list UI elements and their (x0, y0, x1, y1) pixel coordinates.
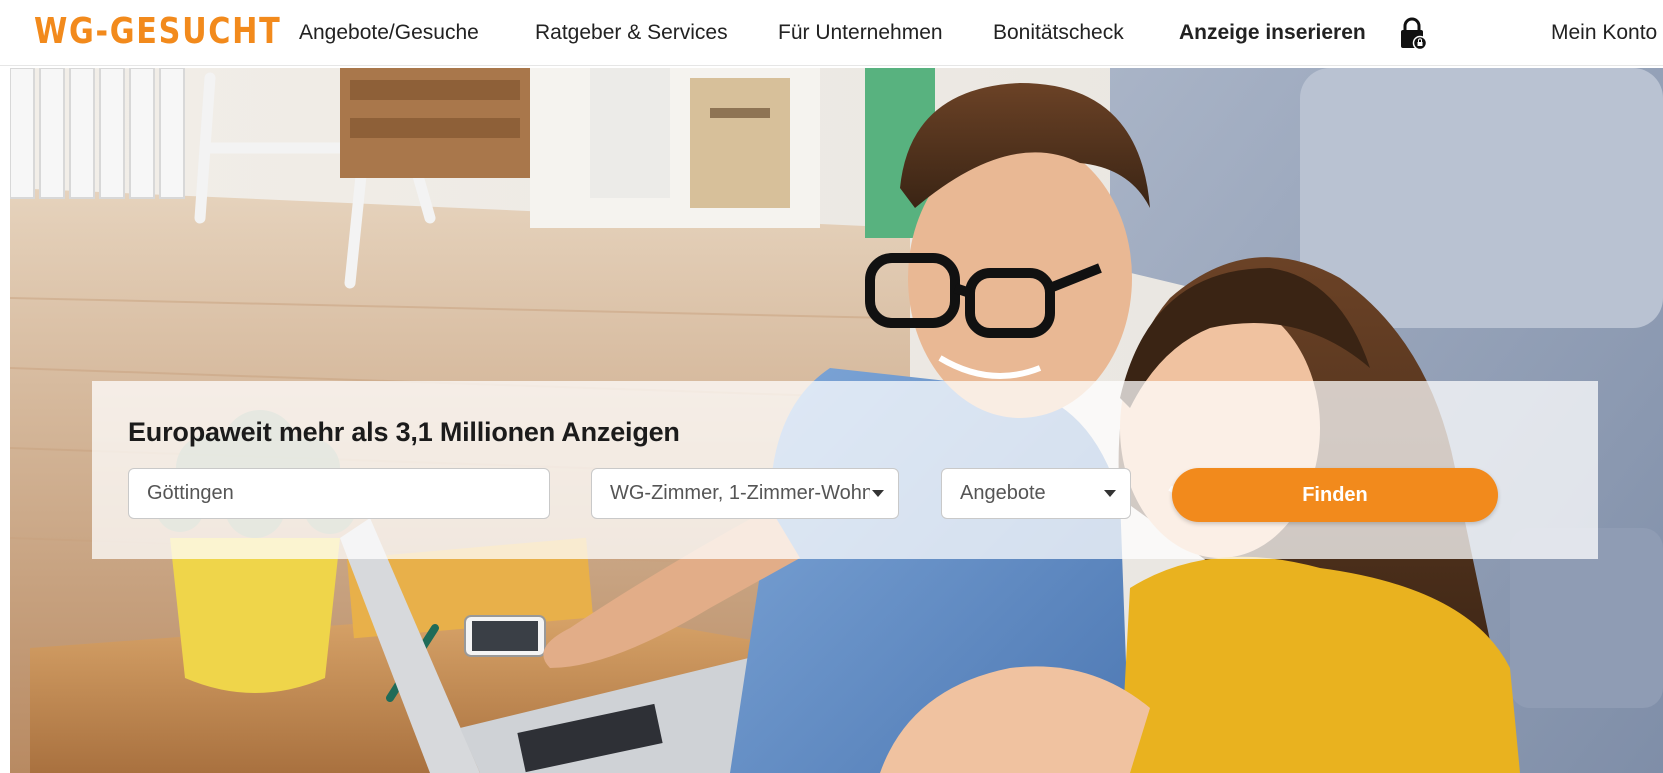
top-navigation: WG-GESUCHT Angebote/Gesuche Ratgeber & S… (0, 0, 1663, 66)
offer-type-select-value: Angebote (960, 482, 1046, 504)
search-panel: Europaweit mehr als 3,1 Millionen Anzeig… (92, 381, 1598, 559)
chevron-down-icon (1104, 490, 1116, 497)
nav-ratgeber-services[interactable]: Ratgeber & Services (535, 20, 728, 46)
site-logo[interactable]: WG-GESUCHT (34, 12, 281, 52)
chevron-down-icon (872, 490, 884, 497)
category-select[interactable]: WG-Zimmer, 1-Zimmer-Wohnung (591, 468, 899, 519)
nav-fuer-unternehmen[interactable]: Für Unternehmen (778, 20, 943, 46)
city-input-value: Göttingen (147, 482, 234, 504)
nav-mein-konto[interactable]: Mein Konto (1551, 20, 1657, 46)
find-button[interactable]: Finden (1172, 468, 1498, 522)
hero-image: Europaweit mehr als 3,1 Millionen Anzeig… (10, 68, 1663, 773)
search-headline: Europaweit mehr als 3,1 Millionen Anzeig… (128, 417, 680, 447)
city-input[interactable]: Göttingen (128, 468, 550, 519)
lock-icon[interactable] (1398, 16, 1428, 51)
category-select-value: WG-Zimmer, 1-Zimmer-Wohnung (610, 482, 870, 504)
nav-angebote-gesuche[interactable]: Angebote/Gesuche (299, 20, 479, 46)
nav-anzeige-inserieren[interactable]: Anzeige inserieren (1179, 20, 1366, 46)
nav-bonitaetscheck[interactable]: Bonitätscheck (993, 20, 1124, 46)
offer-type-select[interactable]: Angebote (941, 468, 1131, 519)
